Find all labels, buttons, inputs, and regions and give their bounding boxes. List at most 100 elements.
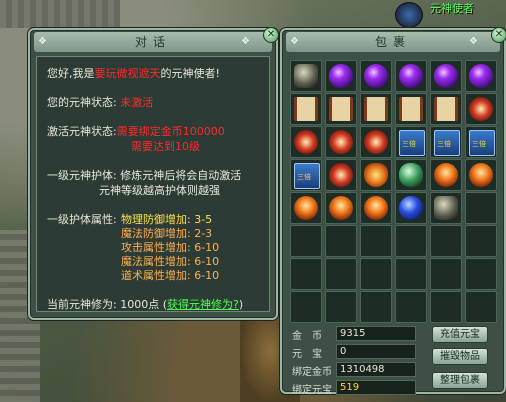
charm-icon[interactable] <box>364 130 388 154</box>
inventory-slot[interactable] <box>360 192 392 224</box>
purple-orb-icon[interactable] <box>329 64 353 88</box>
status-value: 未激活 <box>120 96 154 109</box>
inventory-slot[interactable] <box>395 258 427 290</box>
gold-row: 金 币 9315 <box>290 326 420 342</box>
scroll-icon[interactable] <box>294 97 318 121</box>
inventory-slot[interactable] <box>395 291 427 323</box>
inventory-slot[interactable] <box>395 192 427 224</box>
charm-icon[interactable] <box>329 130 353 154</box>
scroll-icon[interactable] <box>364 97 388 121</box>
charm-icon[interactable] <box>469 97 493 121</box>
inventory-slot[interactable] <box>325 192 357 224</box>
bag-panel: 包裹 ✕ 三倍三倍三倍三倍 金 币 9315 元 宝 0 绑定金币 131049… <box>280 27 506 396</box>
get-cultivation-link[interactable]: 获得元神修为? <box>167 298 239 311</box>
inventory-slot[interactable] <box>395 60 427 92</box>
stone-icon[interactable] <box>434 196 458 220</box>
destroy-item-button[interactable]: 摧毁物品 <box>432 348 488 365</box>
protect-line: 一级元神护体: 修炼元神后将会自动激活 <box>47 169 242 182</box>
inventory-slot[interactable] <box>290 192 322 224</box>
inventory-slot[interactable] <box>430 93 462 125</box>
inventory-slot[interactable]: 三倍 <box>290 159 322 191</box>
inventory-slot[interactable] <box>325 93 357 125</box>
inventory-slot[interactable] <box>465 60 497 92</box>
scroll-icon[interactable] <box>434 97 458 121</box>
skull-icon[interactable] <box>294 196 318 220</box>
inventory-slot[interactable] <box>290 258 322 290</box>
stone-icon[interactable] <box>294 64 318 88</box>
greeting-line: 您好,我是要玩微视遮天的元神使者! <box>47 67 220 80</box>
dialog-close-button[interactable]: ✕ <box>263 27 279 43</box>
inventory-slot[interactable] <box>465 93 497 125</box>
inventory-slot[interactable] <box>290 225 322 257</box>
attr-label: 一级护体属性: <box>47 213 117 226</box>
yuanbao-value: 0 <box>336 344 416 359</box>
book-icon[interactable]: 三倍 <box>469 130 495 156</box>
book-icon[interactable]: 三倍 <box>434 130 460 156</box>
bag-close-button[interactable]: ✕ <box>491 27 506 43</box>
inventory-slot[interactable] <box>360 159 392 191</box>
charm-icon[interactable] <box>294 130 318 154</box>
sort-bag-button[interactable]: 整理包裹 <box>432 372 488 389</box>
scroll-icon[interactable] <box>329 97 353 121</box>
activate-level-req: 需要达到10级 <box>131 140 200 153</box>
inventory-slot[interactable] <box>290 126 322 158</box>
inventory-slot[interactable] <box>325 291 357 323</box>
charm-icon[interactable] <box>329 163 353 187</box>
book-icon[interactable]: 三倍 <box>399 130 425 156</box>
gold-value: 9315 <box>336 326 416 341</box>
skull-icon[interactable] <box>469 163 493 187</box>
inventory-slot[interactable] <box>360 225 392 257</box>
inventory-slot[interactable] <box>360 126 392 158</box>
inventory-slot[interactable] <box>325 126 357 158</box>
purple-orb-icon[interactable] <box>434 64 458 88</box>
inventory-slot[interactable] <box>395 225 427 257</box>
purple-orb-icon[interactable] <box>364 64 388 88</box>
skull-icon[interactable] <box>434 163 458 187</box>
inventory-slot[interactable] <box>395 159 427 191</box>
dialog-content: 您好,我是要玩微视遮天的元神使者! 您的元神状态: 未激活 激活元神状态:需要绑… <box>36 56 270 312</box>
gem-icon[interactable] <box>399 196 423 220</box>
inventory-slot[interactable] <box>465 225 497 257</box>
inventory-slot[interactable] <box>430 159 462 191</box>
inventory-slot[interactable]: 三倍 <box>430 126 462 158</box>
inventory-slot[interactable] <box>430 225 462 257</box>
inventory-slot[interactable] <box>290 93 322 125</box>
inventory-slot[interactable] <box>290 60 322 92</box>
inventory-slot[interactable] <box>290 291 322 323</box>
inventory-slot[interactable]: 三倍 <box>395 126 427 158</box>
inventory-slot[interactable] <box>360 93 392 125</box>
inventory-slot[interactable] <box>395 93 427 125</box>
scroll-icon[interactable] <box>399 97 423 121</box>
inventory-slot[interactable] <box>465 192 497 224</box>
bound-yuanbao-value: 519 <box>336 380 416 395</box>
yuanbao-row: 元 宝 0 <box>290 344 420 360</box>
inventory-slot[interactable] <box>465 258 497 290</box>
inventory-slot[interactable] <box>325 159 357 191</box>
jade-icon[interactable] <box>399 163 423 187</box>
inventory-slot[interactable] <box>325 258 357 290</box>
inventory-slot[interactable]: 三倍 <box>465 126 497 158</box>
roof-tiles <box>0 0 120 28</box>
purple-orb-icon[interactable] <box>399 64 423 88</box>
inventory-slot[interactable] <box>465 291 497 323</box>
inventory-slot[interactable] <box>430 60 462 92</box>
heart-icon[interactable] <box>364 163 388 187</box>
recharge-button[interactable]: 充值元宝 <box>432 326 488 343</box>
inventory-slot[interactable] <box>430 291 462 323</box>
skull-icon[interactable] <box>329 196 353 220</box>
npc-sprite[interactable] <box>395 2 423 28</box>
inventory-slot[interactable] <box>360 60 392 92</box>
inventory-slot[interactable] <box>430 192 462 224</box>
dialog-panel: 对话 ✕ 您好,我是要玩微视遮天的元神使者! 您的元神状态: 未激活 激活元神状… <box>28 27 279 320</box>
attr-tao: 道术属性增加: 6-10 <box>121 269 220 282</box>
inventory-slot[interactable] <box>325 225 357 257</box>
purple-orb-icon[interactable] <box>469 64 493 88</box>
inventory-slot[interactable] <box>360 258 392 290</box>
skull-icon[interactable] <box>364 196 388 220</box>
inventory-slot[interactable] <box>430 258 462 290</box>
inventory-slot[interactable] <box>325 60 357 92</box>
inventory-slot[interactable] <box>360 291 392 323</box>
inventory-slot[interactable] <box>465 159 497 191</box>
inventory-grid: 三倍 三倍 三倍 三倍 <box>290 60 500 323</box>
book-icon[interactable]: 三倍 <box>294 163 320 189</box>
